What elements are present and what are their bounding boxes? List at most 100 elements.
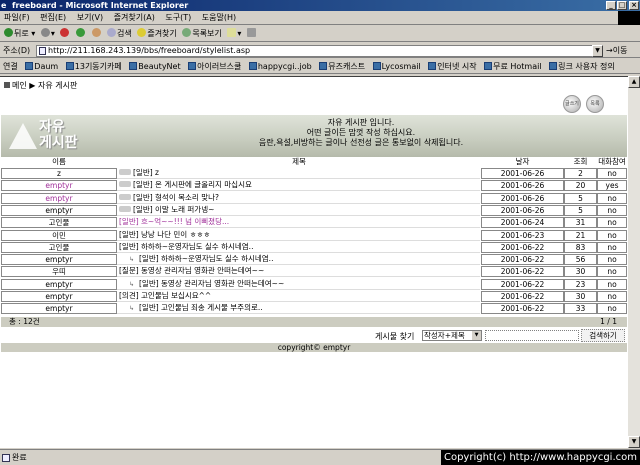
bullet-icon xyxy=(4,82,10,88)
row-hits: 30 xyxy=(564,291,597,302)
row-title-cell: [일반] 낭낭 나단 민이 ㅎㅎㅎ xyxy=(117,230,480,241)
row-title-link[interactable]: [의견] 고인물님 보십시요^^ xyxy=(119,291,211,300)
row-title-link[interactable]: [일반] 낭낭 나단 민이 ㅎㅎㅎ xyxy=(119,230,210,239)
row-reply: no xyxy=(597,192,627,204)
row-title-link[interactable]: [일반] 하하하~운영자님도 실수 하시네염.. xyxy=(139,254,273,263)
list-button[interactable]: 목록 xyxy=(586,95,604,113)
row-title-link[interactable]: [일반] 동영상 관리자님 영화관 안떠는데여~~ xyxy=(139,279,284,288)
link-beautynet[interactable]: BeautyNet xyxy=(129,59,181,73)
row-hits: 2 xyxy=(564,168,597,179)
refresh-button[interactable] xyxy=(75,26,86,42)
address-label: 주소(D) xyxy=(3,46,31,55)
row-author[interactable]: 이민 xyxy=(1,229,117,241)
mail-button[interactable]: ▾ xyxy=(227,26,241,42)
favorites-button[interactable]: 즐겨찾기 xyxy=(137,26,177,42)
menu-favorites[interactable]: 즐겨찾기(A) xyxy=(110,11,159,25)
row-author[interactable]: 고인물 xyxy=(1,217,117,229)
row-reply: no xyxy=(597,278,627,290)
row-title-cell: [일반] 이말 노래 퍼가넹~ xyxy=(117,205,480,216)
search-button[interactable]: 검색 xyxy=(107,26,132,42)
row-title-link[interactable]: [일반] 고인물님 죄송 게시물 부주의로.. xyxy=(139,303,263,312)
menu-edit[interactable]: 편집(E) xyxy=(36,11,70,25)
row-author[interactable]: emptyr xyxy=(1,278,117,290)
row-author[interactable]: 고인물 xyxy=(1,241,117,253)
row-title-link[interactable]: [일반] 이말 노래 퍼가넹~ xyxy=(133,205,214,214)
link-iloveschool[interactable]: 아이러브스쿨 xyxy=(188,59,241,73)
close-button[interactable]: × xyxy=(629,1,639,10)
row-hits: 56 xyxy=(564,254,597,266)
row-title-link[interactable]: [일반] 형석이 목소리 맞나? xyxy=(133,193,219,202)
link-hotmail[interactable]: 무료 Hotmail xyxy=(484,59,542,73)
vertical-scrollbar[interactable]: ▲ ▼ xyxy=(628,76,640,448)
link-musecast[interactable]: 뮤즈캐스트 xyxy=(319,59,365,73)
row-author[interactable]: z xyxy=(1,168,117,179)
stop-button[interactable] xyxy=(60,26,70,42)
row-hits: 33 xyxy=(564,303,597,315)
search-input[interactable] xyxy=(485,330,579,341)
row-hits: 21 xyxy=(564,229,597,241)
row-reply: yes xyxy=(597,180,627,192)
search-option-select[interactable]: 작성자+제목 ▼ xyxy=(422,330,482,341)
row-title-link[interactable]: [일반] z xyxy=(133,168,159,177)
link-icon xyxy=(248,62,257,70)
row-date: 2001-06-26 xyxy=(481,204,564,216)
row-title-cell: ↳ [일반] 동영상 관리자님 영화관 안떠는데여~~ xyxy=(117,279,480,290)
row-hits: 23 xyxy=(564,278,597,290)
row-date: 2001-06-22 xyxy=(481,278,564,290)
menu-tools[interactable]: 도구(T) xyxy=(161,11,195,25)
link-internet-start[interactable]: 인터넷 시작 xyxy=(428,59,477,73)
breadcrumb: 메인 ▶ 자유 게시판 xyxy=(4,81,77,91)
minimize-button[interactable]: _ xyxy=(606,1,616,10)
link-happycgi[interactable]: happycgi..job xyxy=(248,59,312,73)
row-date: 2001-06-24 xyxy=(481,217,564,229)
link-icon xyxy=(25,62,34,70)
row-title-link[interactable]: [일반] 흐~억~~!!! 넘 이삐졌당... xyxy=(119,217,229,226)
table-row: emptyr ↳ [일반] 고인물님 죄송 게시물 부주의로.. 2001-06-22… xyxy=(1,303,627,315)
search-submit-button[interactable]: 검색하기 xyxy=(581,329,625,342)
forward-button[interactable]: ▾ xyxy=(40,26,55,42)
row-author[interactable]: emptyr xyxy=(1,204,117,216)
address-dropdown-button[interactable]: ▼ xyxy=(592,45,603,57)
link-icon xyxy=(188,62,197,70)
write-button[interactable]: 글쓰기 xyxy=(563,95,581,113)
windows-logo-icon xyxy=(618,11,640,25)
link-daum[interactable]: Daum xyxy=(25,59,58,73)
row-author[interactable]: emptyr xyxy=(1,303,117,315)
back-button[interactable]: 뒤로 ▾ xyxy=(4,26,35,42)
menu-file[interactable]: 파일(F) xyxy=(0,11,34,25)
row-author[interactable]: emptyr xyxy=(1,180,117,192)
row-hits: 20 xyxy=(564,180,597,192)
go-button[interactable]: →이동 xyxy=(606,45,627,56)
total-count: 총 : 12건 xyxy=(9,317,40,326)
menu-view[interactable]: 보기(V) xyxy=(73,11,107,25)
row-title-link[interactable]: [일반] 하하하~운영자님도 실수 하시네염.. xyxy=(119,242,253,251)
history-button[interactable]: 목록보기 xyxy=(182,26,222,42)
scroll-up-button[interactable]: ▲ xyxy=(628,76,640,88)
row-author[interactable]: emptyr xyxy=(1,291,117,302)
forward-arrow-icon xyxy=(40,28,50,37)
address-input[interactable]: http://211.168.243.139/bbs/freeboard/sty… xyxy=(36,45,603,57)
print-button[interactable] xyxy=(246,26,257,42)
link-customize[interactable]: 링크 사용자 정의 xyxy=(549,59,615,73)
menu-help[interactable]: 도움말(H) xyxy=(198,11,240,25)
pager[interactable]: 1 / 1 xyxy=(600,317,617,327)
row-title-link[interactable]: [일반] 온 게시판에 글올리지 마십시요 xyxy=(133,180,252,189)
link-lycosmail[interactable]: Lycosmail xyxy=(372,59,421,73)
print-icon xyxy=(246,28,256,37)
link-icon xyxy=(65,62,74,70)
new-post-icon xyxy=(119,181,131,188)
row-author[interactable]: emptyr xyxy=(1,254,117,266)
row-reply: no xyxy=(597,229,627,241)
row-title-link[interactable]: [질문] 동영상 관리자님 영화관 안떠는데여~~ xyxy=(119,266,264,275)
link-cafe[interactable]: 13기동기카페 xyxy=(65,59,122,73)
row-author[interactable]: emptyr xyxy=(1,192,117,204)
row-reply: no xyxy=(597,303,627,315)
row-date: 2001-06-26 xyxy=(481,168,564,179)
row-author[interactable]: 우띠 xyxy=(1,266,117,278)
home-button[interactable] xyxy=(91,26,102,42)
favorites-icon xyxy=(137,28,147,37)
maximize-button[interactable]: □ xyxy=(617,1,627,10)
new-post-icon xyxy=(119,193,131,200)
row-hits: 5 xyxy=(564,204,597,216)
scroll-down-button[interactable]: ▼ xyxy=(628,436,640,448)
